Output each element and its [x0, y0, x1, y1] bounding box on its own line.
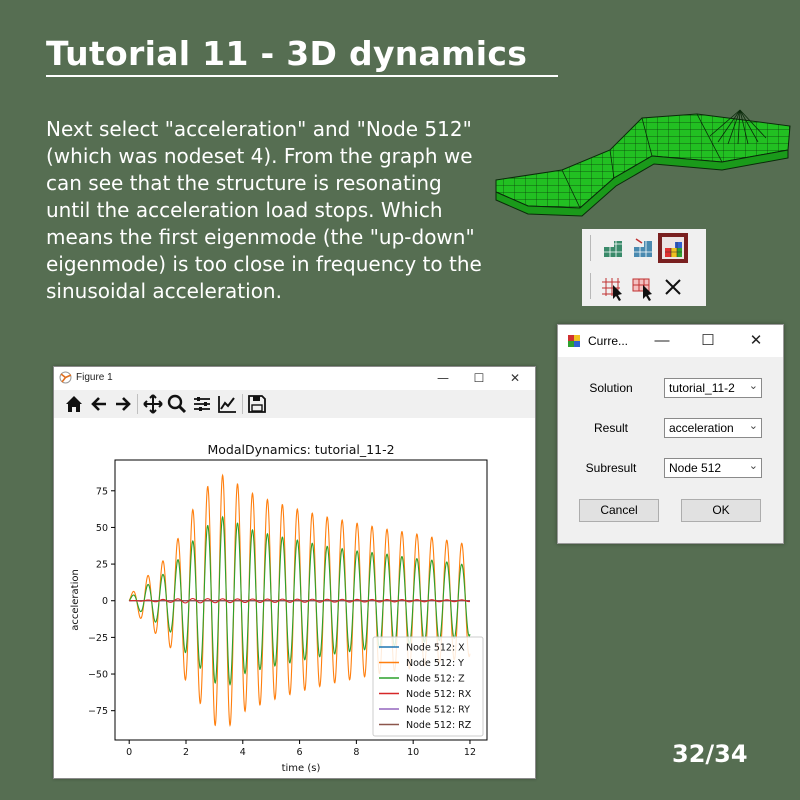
select-elements-button[interactable] — [628, 272, 658, 302]
result-value: acceleration — [669, 421, 734, 435]
chart-plot: ModalDynamics: tutorial_11-2 time (s) ac… — [70, 442, 488, 774]
close-button[interactable]: ✕ — [500, 369, 530, 387]
result-select[interactable]: acceleration ⌄ — [664, 418, 762, 438]
y-tick-label: 50 — [96, 523, 108, 534]
close-icon — [665, 279, 681, 295]
legend-entry: Node 512: Y — [406, 658, 464, 669]
x-tick-label: 6 — [297, 747, 303, 758]
y-axis-label: acceleration — [70, 569, 81, 631]
solution-select[interactable]: tutorial_11-2 ⌄ — [664, 378, 762, 398]
subresult-label: Subresult — [585, 461, 637, 475]
legend-entry: Node 512: Z — [406, 674, 465, 685]
forward-arrow-icon[interactable] — [112, 393, 134, 415]
result-toolbar — [582, 229, 706, 306]
legend-entry: Node 512: X — [406, 643, 465, 654]
maximize-button[interactable]: ☐ — [690, 327, 726, 355]
legend: Node 512: X Node 512: Y Node 512: Z Node 51… — [372, 636, 484, 737]
body-line: until the acceleration load stops. Which — [46, 198, 443, 222]
legend-entry: Node 512: RX — [406, 689, 472, 700]
close-button[interactable]: ✕ — [738, 327, 774, 355]
dialog-titlebar[interactable]: Curre... — ☐ ✕ — [558, 325, 783, 357]
minimize-button[interactable]: — — [428, 369, 458, 387]
minimize-button[interactable]: — — [644, 327, 680, 355]
toolbar-separator — [137, 394, 138, 414]
subplots-icon[interactable] — [191, 393, 213, 415]
y-tick-label: −50 — [88, 670, 108, 681]
legend-entry: Node 512: RY — [406, 705, 470, 716]
slide-body-text: Next select "acceleration" and "Node 512… — [46, 116, 546, 305]
chevron-down-icon: ⌄ — [748, 380, 758, 392]
save-icon[interactable] — [246, 393, 268, 415]
result-label: Result — [593, 421, 628, 435]
contour-mesh-icon — [665, 242, 682, 257]
matplotlib-icon — [59, 371, 72, 384]
y-tick-label: −75 — [88, 706, 108, 717]
y-tick-label: 0 — [102, 596, 108, 607]
result-contour-button[interactable] — [658, 233, 688, 263]
legend-entry: Node 512: RZ — [406, 720, 472, 731]
figure-window: Figure 1 — ☐ ✕ ModalDynamics: tutorial_1… — [53, 366, 536, 779]
edit-axis-icon[interactable] — [216, 393, 238, 415]
slide-title: Tutorial 11 - 3D dynamics — [46, 34, 558, 77]
y-tick-label: 75 — [96, 486, 108, 497]
dialog-title: Curre... — [588, 334, 629, 348]
y-tick-label: 25 — [96, 560, 108, 571]
back-arrow-icon[interactable] — [88, 393, 110, 415]
body-line: Next select "acceleration" and "Node 512… — [46, 117, 472, 141]
x-axis-label: time (s) — [282, 763, 321, 774]
solution-label: Solution — [589, 381, 633, 395]
chevron-down-icon: ⌄ — [748, 460, 758, 472]
x-tick-label: 4 — [240, 747, 246, 758]
toolbar-separator — [590, 273, 591, 299]
x-tick-label: 0 — [126, 747, 132, 758]
body-line: means the first eigenmode (the "up-down" — [46, 225, 475, 249]
toolbar-separator — [590, 235, 591, 261]
x-tick-label: 2 — [183, 747, 189, 758]
select-nodes-button[interactable] — [598, 272, 628, 302]
toolbar-separator — [242, 394, 243, 414]
zoom-icon[interactable] — [166, 393, 188, 415]
body-line: (which was nodeset 4). From the graph we — [46, 144, 473, 168]
y-tick-label: −25 — [88, 633, 108, 644]
current-result-dialog: Curre... — ☐ ✕ Solution tutorial_11-2 ⌄ … — [557, 324, 784, 544]
x-tick-label: 8 — [353, 747, 359, 758]
app-icon — [568, 335, 580, 347]
figure-title: Figure 1 — [76, 372, 113, 383]
body-line: can see that the structure is resonating — [46, 171, 442, 195]
maximize-button[interactable]: ☐ — [464, 369, 494, 387]
page-number: 32/34 — [672, 740, 748, 768]
ok-button[interactable]: OK — [681, 499, 761, 522]
body-line: eigenmode) is too close in frequency to … — [46, 252, 482, 276]
x-axis-ticks: 0 2 4 6 8 10 12 — [126, 740, 476, 758]
chevron-down-icon: ⌄ — [748, 420, 758, 432]
select-nodes-icon — [602, 278, 622, 301]
figure-toolbar — [54, 390, 535, 418]
subresult-select[interactable]: Node 512 ⌄ — [664, 458, 762, 478]
body-line: sinusoidal acceleration. — [46, 279, 282, 303]
select-elements-icon — [632, 278, 652, 301]
chart-title: ModalDynamics: tutorial_11-2 — [207, 442, 394, 457]
show-mesh-button[interactable] — [598, 233, 628, 263]
home-icon[interactable] — [63, 393, 85, 415]
deformed-mesh-button[interactable] — [628, 233, 658, 263]
x-tick-label: 10 — [407, 747, 419, 758]
mesh-grid-icon — [604, 241, 622, 257]
solution-value: tutorial_11-2 — [669, 381, 735, 395]
cancel-button[interactable]: Cancel — [579, 499, 659, 522]
x-tick-label: 12 — [464, 747, 476, 758]
subresult-value: Node 512 — [669, 461, 722, 475]
pan-icon[interactable] — [142, 393, 164, 415]
figure-titlebar[interactable]: Figure 1 — ☐ ✕ — [54, 367, 535, 389]
y-axis-ticks: −75 −50 −25 0 25 50 75 — [88, 486, 115, 717]
clear-selection-button[interactable] — [658, 272, 688, 302]
mesh-model-image — [495, 109, 791, 217]
deformed-mesh-icon — [634, 238, 652, 257]
